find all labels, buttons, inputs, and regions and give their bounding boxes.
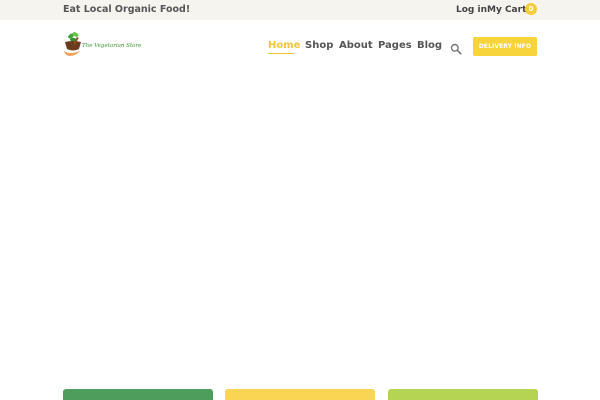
cart-link[interactable]: My Cart xyxy=(487,3,526,17)
nav-active-underline xyxy=(268,53,294,54)
nav-blog[interactable]: Blog xyxy=(417,39,442,53)
login-link[interactable]: Log in xyxy=(456,3,487,17)
nav-home[interactable]: Home xyxy=(268,39,300,53)
feature-box-green xyxy=(63,389,213,400)
delivery-info-button[interactable]: DELIVERY INFO xyxy=(473,37,537,56)
cart-count-badge[interactable]: 0 xyxy=(525,3,537,15)
feature-box-yellow xyxy=(225,389,375,400)
page: Eat Local Organic Food! Log in My Cart 0… xyxy=(0,0,600,400)
search-icon[interactable] xyxy=(450,40,462,55)
site-logo[interactable]: The Vegetarian Store xyxy=(62,30,141,60)
nav-shop[interactable]: Shop xyxy=(305,39,333,53)
top-bar: Eat Local Organic Food! Log in My Cart 0 xyxy=(0,0,600,20)
nav-pages[interactable]: Pages xyxy=(378,39,412,53)
feature-box-lime xyxy=(388,389,538,400)
logo-text: The Vegetarian Store xyxy=(82,43,142,49)
nav-about[interactable]: About xyxy=(339,39,373,53)
tagline: Eat Local Organic Food! xyxy=(63,4,191,15)
